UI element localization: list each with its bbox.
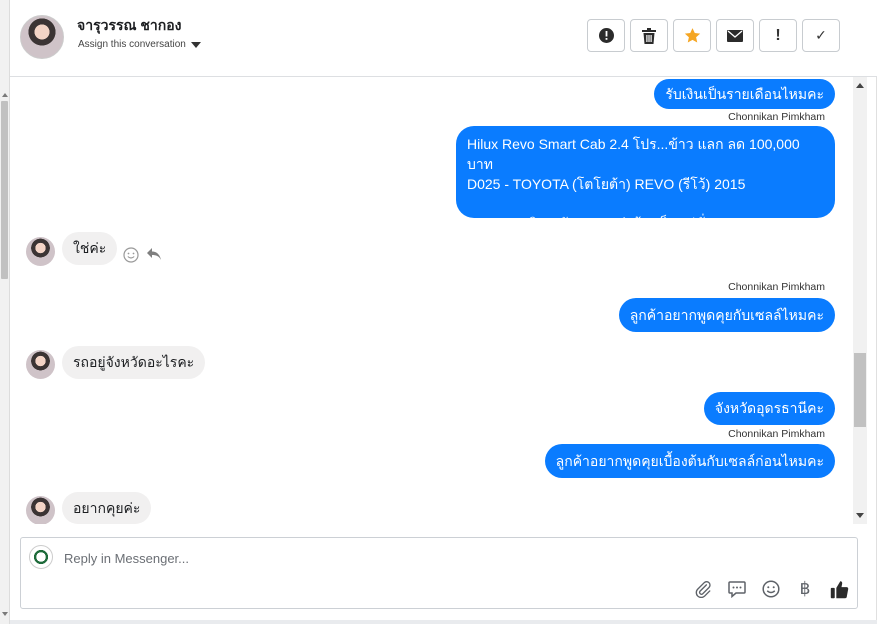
payment-button[interactable]: ฿	[795, 579, 815, 599]
attach-button[interactable]	[693, 579, 713, 599]
sender-name: Chonnikan Pimkham	[728, 428, 825, 440]
sender-name: Chonnikan Pimkham	[728, 111, 825, 123]
scroll-up-arrow-icon[interactable]	[856, 83, 864, 88]
listing-option: Option เสริม - ตัวยกสูงแต่งล้อแม็กแฟชั่น	[471, 215, 715, 231]
exclamation-icon: !	[775, 26, 781, 44]
saved-replies-button[interactable]	[727, 579, 747, 599]
assign-conversation-dropdown[interactable]: Assign this conversation	[78, 39, 201, 50]
paperclip-icon	[695, 581, 711, 598]
star-icon	[684, 28, 700, 43]
message-bubble-outgoing[interactable]: ลูกค้าอยากพูดคุยกับเซลล์ไหมคะ	[618, 298, 835, 332]
thumbs-up-icon	[830, 580, 848, 598]
listing-code: D025 - TOYOTA (โตโยต้า) REVO (รีโว้) 201…	[467, 176, 746, 192]
message-bubble-outgoing[interactable]: รับเงินเป็นรายเดือนไหมคะ	[654, 79, 835, 109]
reply-composer: ฿	[20, 537, 858, 609]
assign-label: Assign this conversation	[78, 39, 186, 50]
contact-avatar-small	[26, 496, 55, 524]
envelope-icon	[727, 29, 743, 42]
mark-unread-button[interactable]	[716, 19, 754, 52]
scroll-up-arrow-icon[interactable]	[2, 93, 8, 97]
message-bubble-incoming[interactable]: อยากคุยค่ะ	[62, 492, 152, 524]
conversation-header: จารุวรรณ ชากอง Assign this conversation	[10, 0, 877, 77]
alert-circle-icon	[598, 28, 614, 43]
sender-name: Chonnikan Pimkham	[728, 281, 825, 293]
contact-avatar-small	[26, 237, 55, 266]
emoji-react-icon[interactable]	[123, 247, 139, 263]
message-bubble-outgoing-listing[interactable]: Hilux Revo Smart Cab 2.4 โปร...ข้าว แลก …	[456, 126, 835, 231]
emoji-icon	[762, 580, 780, 598]
saved-reply-icon	[728, 580, 746, 598]
follow-up-button[interactable]: !	[759, 19, 797, 52]
like-button[interactable]	[829, 579, 849, 599]
scrollbar-thumb[interactable]	[854, 353, 866, 427]
scroll-down-arrow-icon[interactable]	[856, 513, 864, 518]
emoji-button[interactable]	[761, 579, 781, 599]
conversation-panel: จารุวรรณ ชากอง Assign this conversation	[10, 0, 877, 620]
caret-down-icon	[190, 41, 201, 48]
contact-avatar-small	[26, 350, 55, 379]
mark-spam-button[interactable]	[587, 19, 625, 52]
delete-button[interactable]	[630, 19, 668, 52]
check-icon: ✓	[815, 27, 827, 43]
message-bubble-outgoing[interactable]: จังหวัดอุดรธานีคะ	[703, 392, 835, 425]
star-button[interactable]	[673, 19, 711, 52]
message-thread: รับเงินเป็นรายเดือนไหมคะ Chonnikan Pimkh…	[10, 77, 853, 524]
scroll-down-arrow-icon[interactable]	[2, 612, 8, 616]
mark-done-button[interactable]: ✓	[802, 19, 840, 52]
thread-scrollbar[interactable]	[853, 77, 867, 524]
contact-name[interactable]: จารุวรรณ ชากอง	[77, 15, 181, 37]
inbox-frame: จารุวรรณ ชากอง Assign this conversation	[0, 0, 877, 624]
message-bubble-outgoing[interactable]: ลูกค้าอยากพูดคุยเบื้องต้นกับเซลล์ก่อนไหม…	[544, 444, 835, 478]
composer-toolbar: ฿	[693, 579, 849, 599]
page-scrollbar[interactable]	[0, 0, 10, 624]
message-bubble-incoming[interactable]: ใช่ค่ะ	[62, 232, 118, 265]
page-logo-avatar	[29, 545, 53, 569]
contact-avatar[interactable]	[20, 15, 64, 59]
trash-icon	[642, 27, 656, 44]
reply-arrow-icon[interactable]	[146, 246, 162, 262]
scrollbar-thumb[interactable]	[1, 101, 8, 279]
listing-title: Hilux Revo Smart Cab 2.4 โปร...ข้าว แลก …	[467, 136, 800, 172]
reply-input[interactable]	[64, 547, 664, 569]
message-bubble-incoming[interactable]: รถอยู่จังหวัดอะไรคะ	[62, 346, 206, 379]
baht-icon: ฿	[799, 579, 811, 598]
conversation-actions: ! ✓	[587, 19, 840, 52]
